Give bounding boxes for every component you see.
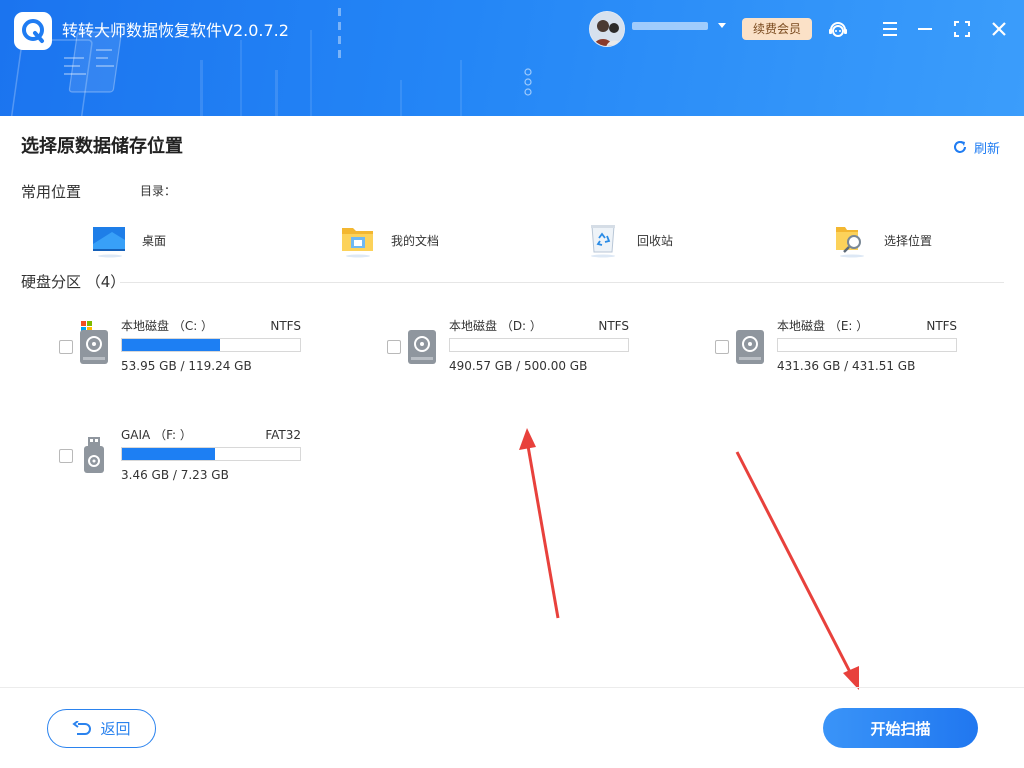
- drive-c[interactable]: 本地磁盘 （C: ） NTFS 53.95 GB / 119.24 GB: [59, 318, 309, 378]
- minimize-icon[interactable]: [913, 17, 937, 41]
- drive-size: 3.46 GB / 7.23 GB: [121, 468, 229, 482]
- location-label: 我的文档: [391, 233, 440, 248]
- back-label: 返回: [100, 720, 131, 738]
- documents-folder-icon: [341, 222, 377, 258]
- refresh-icon: [954, 141, 966, 153]
- usage-bar-fill: [122, 339, 220, 351]
- drive-filesystem: NTFS: [926, 319, 957, 333]
- drive-size: 490.57 GB / 500.00 GB: [449, 359, 588, 373]
- drive-name: 本地磁盘 （D: ）: [449, 319, 542, 333]
- renew-vip-button[interactable]: 续费会员: [742, 18, 812, 40]
- chevron-down-icon[interactable]: [715, 19, 729, 31]
- refresh-label: 刷新: [974, 141, 1001, 157]
- location-label: 桌面: [142, 233, 167, 248]
- drive-checkbox[interactable]: [387, 340, 401, 354]
- app-title: 转转大师数据恢复软件V2.0.7.2: [62, 21, 289, 40]
- start-scan-button[interactable]: 开始扫描: [823, 708, 978, 748]
- back-arrow-icon: [72, 720, 92, 735]
- menu-icon[interactable]: [878, 17, 902, 41]
- avatar[interactable]: [589, 11, 625, 47]
- support-icon[interactable]: [826, 17, 850, 41]
- drive-filesystem: FAT32: [265, 428, 301, 442]
- drive-name: GAIA （F: ）: [121, 428, 192, 442]
- title-bar: 转转大师数据恢复软件V2.0.7.2 续费会员: [0, 0, 1024, 116]
- location-desktop[interactable]: 桌面: [92, 219, 166, 261]
- usb-drive-icon: [84, 437, 104, 473]
- app-logo: [14, 12, 52, 50]
- drive-e[interactable]: 本地磁盘 （E: ） NTFS 431.36 GB / 431.51 GB: [715, 318, 965, 378]
- footer-divider: [0, 687, 1024, 688]
- usage-bar: [449, 338, 629, 352]
- location-recycle-bin[interactable]: 回收站: [587, 219, 673, 261]
- disk-partitions-label: 硬盘分区 （4）: [21, 273, 126, 291]
- header-decoration: [10, 8, 532, 116]
- back-button[interactable]: 返回: [47, 709, 156, 748]
- usage-bar-fill: [122, 448, 215, 460]
- drive-checkbox[interactable]: [59, 340, 73, 354]
- usage-bar: [777, 338, 957, 352]
- maximize-icon[interactable]: [950, 17, 974, 41]
- location-label: 回收站: [637, 233, 674, 248]
- choose-location-icon: [834, 222, 870, 258]
- common-locations-label: 常用位置: [21, 183, 82, 201]
- page-title: 选择原数据储存位置: [21, 136, 183, 157]
- drive-name: 本地磁盘 （E: ）: [777, 319, 869, 333]
- divider: [120, 282, 1004, 283]
- desktop-icon: [92, 222, 128, 258]
- drive-filesystem: NTFS: [270, 319, 301, 333]
- directory-label: 目录：: [140, 184, 177, 198]
- drive-f[interactable]: GAIA （F: ） FAT32 3.46 GB / 7.23 GB: [59, 427, 309, 487]
- drive-size: 53.95 GB / 119.24 GB: [121, 359, 252, 373]
- location-choose[interactable]: 选择位置: [834, 219, 932, 261]
- location-documents[interactable]: 我的文档: [341, 219, 439, 261]
- usage-bar: [121, 447, 301, 461]
- drive-d[interactable]: 本地磁盘 （D: ） NTFS 490.57 GB / 500.00 GB: [387, 318, 637, 378]
- drive-checkbox[interactable]: [59, 449, 73, 463]
- drive-filesystem: NTFS: [598, 319, 629, 333]
- hard-disk-icon: [408, 330, 436, 364]
- close-icon[interactable]: [987, 17, 1011, 41]
- recycle-bin-icon: [587, 222, 623, 258]
- drive-size: 431.36 GB / 431.51 GB: [777, 359, 916, 373]
- location-label: 选择位置: [884, 233, 933, 248]
- usage-bar: [121, 338, 301, 352]
- drive-name: 本地磁盘 （C: ）: [121, 319, 214, 333]
- refresh-button[interactable]: 刷新: [952, 136, 1000, 158]
- hard-disk-icon: [736, 330, 764, 364]
- system-disk-icon: [80, 321, 108, 364]
- drive-checkbox[interactable]: [715, 340, 729, 354]
- username[interactable]: [632, 22, 708, 30]
